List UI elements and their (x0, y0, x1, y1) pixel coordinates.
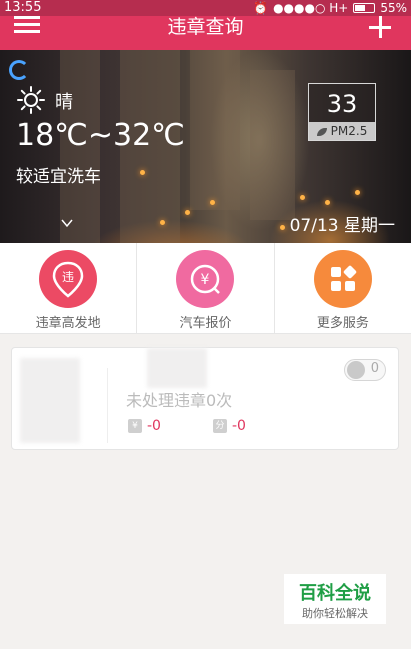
status-bar: 13:55 ⏰ ●●●●○ H+ 55% (0, 0, 411, 16)
weather-condition: 晴 (55, 92, 73, 113)
watermark-title: 百科全说 (299, 583, 371, 604)
service-violation-hotspots[interactable]: 违 违章高发地 (0, 243, 136, 333)
svg-text:违: 违 (62, 270, 74, 284)
battery-icon (353, 3, 376, 13)
weather-banner[interactable]: 晴 18℃~32℃ 较适宜洗车 07/13 星期一 33 PM2.5 (0, 50, 411, 243)
pm25-value: 33 (326, 90, 358, 118)
fine-stat: ¥ -0 (128, 418, 161, 434)
page-title: 违章查询 (167, 16, 244, 38)
title-bar: 违章查询 (0, 16, 411, 50)
watermark-logo: 百科全说 助你轻松解决 (284, 574, 386, 624)
points-stat: 分 -0 (213, 418, 246, 434)
status-time: 13:55 (4, 0, 42, 15)
car-price-icon: ¥ (176, 250, 235, 308)
service-label: 汽车报价 (179, 316, 232, 331)
svg-text:¥: ¥ (201, 272, 210, 288)
car-wash-index: 较适宜洗车 (16, 167, 101, 187)
vehicle-image-placeholder (20, 358, 80, 443)
date-label: 07/13 星期一 (289, 216, 395, 236)
plate-placeholder (147, 348, 207, 388)
services-row: 违 违章高发地 ¥ 汽车报价 更多服务 (0, 243, 411, 334)
plus-icon[interactable] (367, 14, 393, 40)
violation-location-icon: 违 (39, 250, 98, 308)
violation-summary: 未处理违章0次 (126, 391, 233, 410)
fine-badge: ¥ (128, 419, 142, 433)
smiley-icon (347, 361, 365, 379)
points-value: -0 (232, 418, 246, 434)
pm25-badge: 33 PM2.5 (308, 83, 376, 141)
card-divider (107, 368, 108, 443)
alarm-icon: ⏰ (253, 1, 269, 15)
fine-value: -0 (147, 418, 161, 434)
watermark-subtitle: 助你轻松解决 (302, 607, 368, 620)
sun-icon (17, 86, 45, 114)
more-services-icon (313, 250, 372, 308)
service-label: 违章高发地 (35, 316, 101, 331)
service-car-price[interactable]: ¥ 汽车报价 (136, 243, 273, 333)
chevron-down-icon[interactable] (60, 216, 74, 230)
temperature-range: 18℃~32℃ (16, 118, 185, 153)
points-badge: 分 (213, 419, 227, 433)
pm25-label-bar: PM2.5 (309, 122, 375, 140)
signal-strength: ●●●●○ H+ (273, 1, 349, 15)
service-label: 更多服务 (316, 316, 369, 331)
pm25-label: PM2.5 (330, 124, 368, 138)
service-more[interactable]: 更多服务 (273, 243, 411, 333)
leaf-icon (316, 127, 327, 136)
violation-card[interactable]: 未处理违章0次 ¥ -0 分 -0 0 (11, 347, 399, 450)
like-count: 0 (370, 361, 379, 376)
like-toggle[interactable]: 0 (344, 359, 386, 381)
loading-spinner-icon (9, 60, 29, 80)
